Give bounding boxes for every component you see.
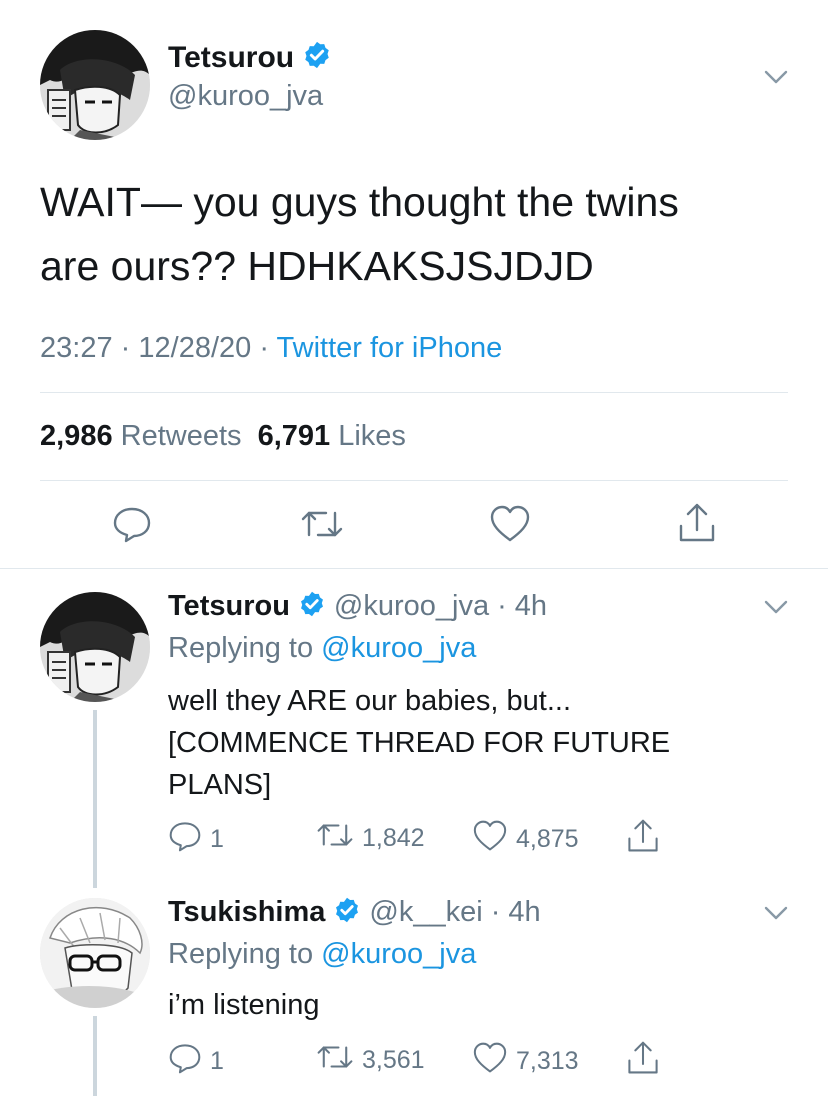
tweet-date: 12/28/20: [138, 332, 252, 364]
retweet-icon: [316, 1042, 354, 1079]
avatar-image: [40, 30, 150, 140]
tweet-text: WAIT— you guys thought the twins are our…: [40, 170, 800, 298]
tweet-meta: 23:27 · 12/28/20 · Twitter for iPhone: [40, 332, 502, 365]
replying-to-link[interactable]: @kuroo_jva: [321, 938, 476, 970]
retweets-count: 2,986: [40, 420, 113, 452]
thread-connector-line: [93, 710, 97, 888]
retweet-action[interactable]: 3,561: [316, 1042, 425, 1079]
share-icon: [626, 1040, 660, 1083]
avatar-tsukishima[interactable]: [40, 898, 150, 1008]
retweet-icon[interactable]: [300, 507, 344, 546]
meta-separator: ·: [259, 332, 269, 364]
verified-badge-icon: [302, 40, 332, 75]
tweet-stats: 2,986 Retweets 6,791 Likes: [40, 420, 406, 453]
like-action[interactable]: 7,313: [472, 1042, 579, 1081]
reply-text: well they ARE our babies, but... [COMMEN…: [168, 680, 788, 806]
share-action[interactable]: [626, 818, 660, 861]
reply-display-name[interactable]: Tetsurou: [168, 590, 290, 623]
tweet-time: 23:27: [40, 332, 113, 364]
like-icon: [472, 1042, 508, 1081]
reply-age: · 4h: [497, 590, 548, 622]
reply-action[interactable]: 1: [168, 820, 224, 859]
like-count: 7,313: [516, 1047, 579, 1075]
reply-text-line: well they ARE our babies, but...: [168, 685, 571, 717]
author-display-name[interactable]: Tetsurou: [168, 41, 294, 75]
replying-to: Replying to @kuroo_jva: [168, 938, 476, 971]
retweets-stat[interactable]: 2,986 Retweets: [40, 420, 250, 452]
tweet-source-link[interactable]: Twitter for iPhone: [277, 332, 503, 364]
reply-age: · 4h: [490, 896, 541, 928]
avatar-image: [40, 592, 150, 702]
like-icon[interactable]: [489, 505, 531, 548]
reply-header: Tsukishima @k__kei · 4h: [168, 896, 541, 929]
retweet-count: 1,842: [362, 824, 425, 852]
share-icon[interactable]: [677, 502, 717, 549]
share-action[interactable]: [626, 1040, 660, 1083]
author-handle[interactable]: @kuroo_jva: [168, 80, 323, 113]
like-count: 4,875: [516, 825, 579, 853]
share-icon: [626, 818, 660, 861]
retweets-label: Retweets: [120, 420, 242, 452]
likes-count: 6,791: [257, 420, 331, 452]
chevron-down-icon[interactable]: [764, 70, 788, 84]
like-action[interactable]: 4,875: [472, 820, 579, 859]
reply-display-name[interactable]: Tsukishima: [168, 896, 325, 929]
retweet-count: 3,561: [362, 1046, 425, 1074]
tweet-text-line: are ours?? HDHKAKSJSJDJD: [40, 243, 594, 289]
reply-text-line: i’m listening: [168, 989, 320, 1021]
avatar-tetsurou[interactable]: [40, 592, 150, 702]
reply-text-line: PLANS]: [168, 769, 272, 801]
tweet-text-line: WAIT— you guys thought the twins: [40, 179, 679, 225]
thread-connector-line: [93, 1016, 97, 1096]
reply-count: 1: [210, 825, 224, 853]
reply-handle[interactable]: @k__kei: [369, 896, 482, 929]
chevron-down-icon[interactable]: [764, 600, 788, 614]
likes-stat[interactable]: 6,791 Likes: [258, 420, 406, 452]
reply-icon: [168, 1042, 202, 1081]
retweet-action[interactable]: 1,842: [316, 820, 425, 857]
reply-count: 1: [210, 1047, 224, 1075]
divider: [40, 392, 788, 393]
chevron-down-icon[interactable]: [764, 906, 788, 920]
divider: [40, 480, 788, 481]
avatar-tetsurou[interactable]: [40, 30, 150, 140]
section-divider: [0, 568, 828, 569]
reply-action[interactable]: 1: [168, 1042, 224, 1081]
avatar-image: [40, 898, 150, 1008]
reply-icon[interactable]: [112, 505, 152, 548]
reply-handle[interactable]: @kuroo_jva: [334, 590, 489, 623]
reply-text-line: [COMMENCE THREAD FOR FUTURE: [168, 727, 671, 759]
reply-icon: [168, 820, 202, 859]
replying-prefix: Replying to: [168, 938, 314, 970]
replying-prefix: Replying to: [168, 632, 314, 664]
reply-text: i’m listening: [168, 984, 788, 1026]
meta-separator: ·: [120, 332, 131, 364]
like-icon: [472, 820, 508, 859]
reply-header: Tetsurou @kuroo_jva · 4h: [168, 590, 547, 623]
replying-to-link[interactable]: @kuroo_jva: [321, 632, 476, 664]
verified-badge-icon: [333, 896, 361, 929]
likes-label: Likes: [338, 420, 406, 452]
verified-badge-icon: [298, 590, 326, 623]
replying-to: Replying to @kuroo_jva: [168, 632, 476, 665]
retweet-icon: [316, 820, 354, 857]
